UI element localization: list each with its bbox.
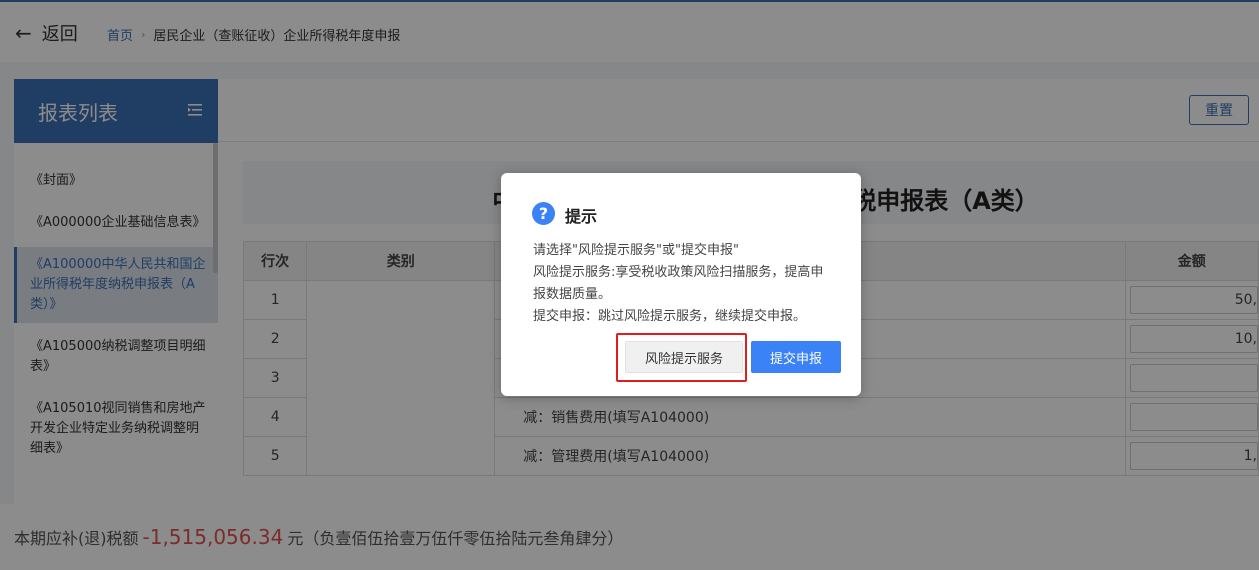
dialog-message-line: 提交申报：跳过风险提示服务，继续提交申报。 <box>533 309 807 324</box>
dialog-title: 提示 <box>565 207 598 226</box>
question-icon: ? <box>532 202 555 225</box>
dialog-message: 请选择"风险提示服务"或"提交申报" 风险提示服务:享受税收政策风险扫描服务，提… <box>533 240 833 328</box>
submit-declaration-button[interactable]: 提交申报 <box>751 341 841 373</box>
dialog-message-line: 风险提示服务:享受税收政策风险扫描服务，提高申报数据质量。 <box>533 265 824 302</box>
dialog-message-line: 请选择"风险提示服务"或"提交申报" <box>533 243 739 258</box>
confirm-dialog: ? 提示 请选择"风险提示服务"或"提交申报" 风险提示服务:享受税收政策风险扫… <box>501 173 861 396</box>
risk-alert-service-button[interactable]: 风险提示服务 <box>625 341 743 373</box>
